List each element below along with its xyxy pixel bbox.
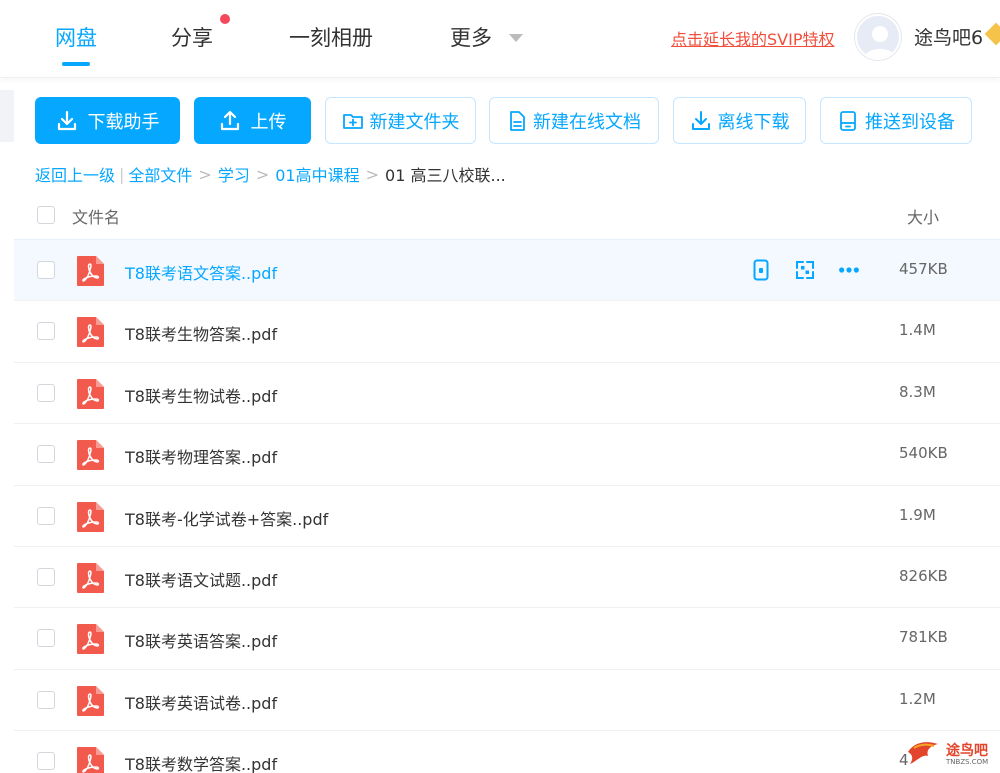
- breadcrumb-all-files[interactable]: 全部文件: [128, 162, 192, 186]
- breadcrumb-separator: >: [198, 164, 212, 184]
- chevron-down-icon[interactable]: [509, 34, 523, 42]
- file-row[interactable]: T8联考生物答案..pdf 1.4M: [14, 300, 1000, 361]
- file-row[interactable]: T8联考英语答案..pdf 781KB: [14, 607, 1000, 668]
- row-checkbox[interactable]: [37, 322, 55, 341]
- notification-dot: [220, 14, 230, 24]
- download-icon: [691, 110, 710, 130]
- share-link-icon[interactable]: [794, 259, 816, 281]
- column-header-size[interactable]: 大小: [907, 204, 939, 228]
- file-name[interactable]: T8联考物理答案..pdf: [125, 444, 277, 468]
- vip-badge-icon: [984, 22, 1000, 46]
- file-name[interactable]: T8联考英语试卷..pdf: [125, 690, 277, 714]
- pdf-file-icon: [77, 624, 104, 655]
- active-tab-indicator: [62, 62, 90, 66]
- breadcrumb: 返回上一级 | 全部文件 > 学习 > 01高中课程 > 01 高三八校联...: [35, 162, 506, 186]
- file-name[interactable]: T8联考英语答案..pdf: [125, 628, 277, 652]
- file-size: 1.9M: [899, 505, 936, 524]
- watermark-logo: 途鸟吧 TNBZS.COM: [906, 738, 996, 770]
- pdf-file-icon: [77, 378, 104, 409]
- phone-icon[interactable]: [750, 259, 772, 281]
- file-name[interactable]: T8联考数学答案..pdf: [125, 751, 277, 773]
- file-row[interactable]: T8联考生物试卷..pdf 8.3M: [14, 361, 1000, 423]
- breadcrumb-back[interactable]: 返回上一级: [35, 162, 115, 186]
- file-row[interactable]: T8联考语文答案..pdf 457KB: [14, 239, 1000, 301]
- new-online-doc-label: 新建在线文档: [533, 111, 641, 133]
- pdf-file-icon: [77, 685, 104, 716]
- row-checkbox[interactable]: [37, 629, 55, 648]
- username[interactable]: 途鸟吧6: [914, 23, 983, 50]
- nav-tab-share[interactable]: 分享: [171, 22, 213, 52]
- file-name[interactable]: T8联考生物试卷..pdf: [125, 383, 277, 407]
- download-helper-button[interactable]: 下载助手: [35, 97, 180, 144]
- column-header-name[interactable]: 文件名: [72, 204, 120, 228]
- row-checkbox[interactable]: [37, 752, 55, 771]
- breadcrumb-level-1[interactable]: 学习: [218, 162, 250, 186]
- document-icon: [510, 110, 525, 131]
- row-checkbox[interactable]: [37, 506, 55, 525]
- file-size: 457KB: [899, 260, 948, 278]
- download-icon: [57, 110, 76, 130]
- row-checkbox[interactable]: [37, 383, 55, 402]
- push-to-device-button[interactable]: 推送到设备: [820, 97, 972, 144]
- file-size: 826KB: [899, 566, 948, 585]
- file-name[interactable]: T8联考语文试题..pdf: [125, 567, 277, 591]
- row-actions: [750, 259, 860, 281]
- new-folder-icon: [342, 113, 363, 129]
- breadcrumb-level-2[interactable]: 01高中课程: [275, 162, 359, 186]
- user-avatar-icon: [864, 26, 896, 58]
- offline-download-button[interactable]: 离线下载: [673, 97, 806, 144]
- svip-renew-link[interactable]: 点击延长我的SVIP特权: [671, 26, 834, 50]
- nav-tab-album[interactable]: 一刻相册: [289, 22, 373, 52]
- upload-icon: [220, 110, 239, 130]
- more-options-icon[interactable]: [838, 259, 860, 281]
- row-checkbox[interactable]: [37, 567, 55, 586]
- breadcrumb-separator: >: [255, 164, 270, 184]
- avatar[interactable]: [855, 14, 901, 60]
- pdf-file-icon: [77, 256, 104, 286]
- file-size: 540KB: [899, 444, 948, 463]
- device-icon: [840, 110, 856, 131]
- file-name[interactable]: T8联考生物答案..pdf: [125, 321, 277, 345]
- breadcrumb-current: 01 高三八校联...: [385, 166, 506, 185]
- file-size: 781KB: [899, 628, 948, 647]
- offline-download-label: 离线下载: [717, 111, 790, 133]
- new-folder-label: 新建文件夹: [369, 111, 460, 133]
- file-size: 1.4M: [899, 321, 936, 340]
- pdf-file-icon: [77, 440, 104, 471]
- nav-tab-netdisk[interactable]: 网盘: [55, 22, 97, 52]
- file-list: T8联考语文答案..pdf 457KB T8联考生物答案..pdf 1.4M T…: [14, 239, 1000, 773]
- pdf-file-icon: [77, 562, 104, 593]
- row-checkbox[interactable]: [37, 261, 55, 279]
- file-size: 1.2M: [899, 689, 936, 708]
- new-folder-button[interactable]: 新建文件夹: [325, 97, 476, 144]
- sidebar-edge: [0, 90, 14, 142]
- watermark-text: 途鸟吧: [946, 743, 988, 759]
- row-checkbox[interactable]: [37, 690, 55, 709]
- breadcrumb-divider: |: [119, 164, 125, 184]
- pdf-file-icon: [77, 501, 104, 532]
- new-online-doc-button[interactable]: 新建在线文档: [489, 97, 659, 144]
- upload-button[interactable]: 上传: [194, 97, 311, 144]
- file-row[interactable]: T8联考物理答案..pdf 540KB: [14, 423, 1000, 484]
- file-name[interactable]: T8联考语文答案..pdf: [125, 260, 277, 284]
- file-row[interactable]: T8联考-化学试卷+答案..pdf 1.9M: [14, 484, 1000, 546]
- file-table-header: 文件名 大小: [14, 190, 1000, 239]
- row-checkbox[interactable]: [37, 445, 55, 464]
- download-helper-label: 下载助手: [87, 111, 160, 133]
- file-row[interactable]: T8联考数学答案..pdf 4: [14, 730, 1000, 773]
- upload-label: 上传: [250, 111, 287, 133]
- breadcrumb-separator: >: [365, 164, 380, 184]
- select-all-checkbox[interactable]: [37, 206, 55, 224]
- file-row[interactable]: T8联考英语试卷..pdf 1.2M: [14, 668, 1000, 730]
- file-size: 8.3M: [899, 382, 936, 401]
- top-navigation: 网盘 分享 一刻相册 更多 点击延长我的SVIP特权 途鸟吧6: [0, 0, 1000, 78]
- bird-logo-icon: [908, 742, 938, 764]
- file-name[interactable]: T8联考-化学试卷+答案..pdf: [125, 506, 328, 530]
- pdf-file-icon: [77, 317, 104, 348]
- push-to-device-label: 推送到设备: [865, 111, 955, 133]
- file-row[interactable]: T8联考语文试题..pdf 826KB: [14, 545, 1000, 607]
- nav-tab-more[interactable]: 更多: [450, 22, 492, 52]
- watermark-subtext: TNBZS.COM: [946, 758, 989, 766]
- pdf-file-icon: [77, 747, 104, 773]
